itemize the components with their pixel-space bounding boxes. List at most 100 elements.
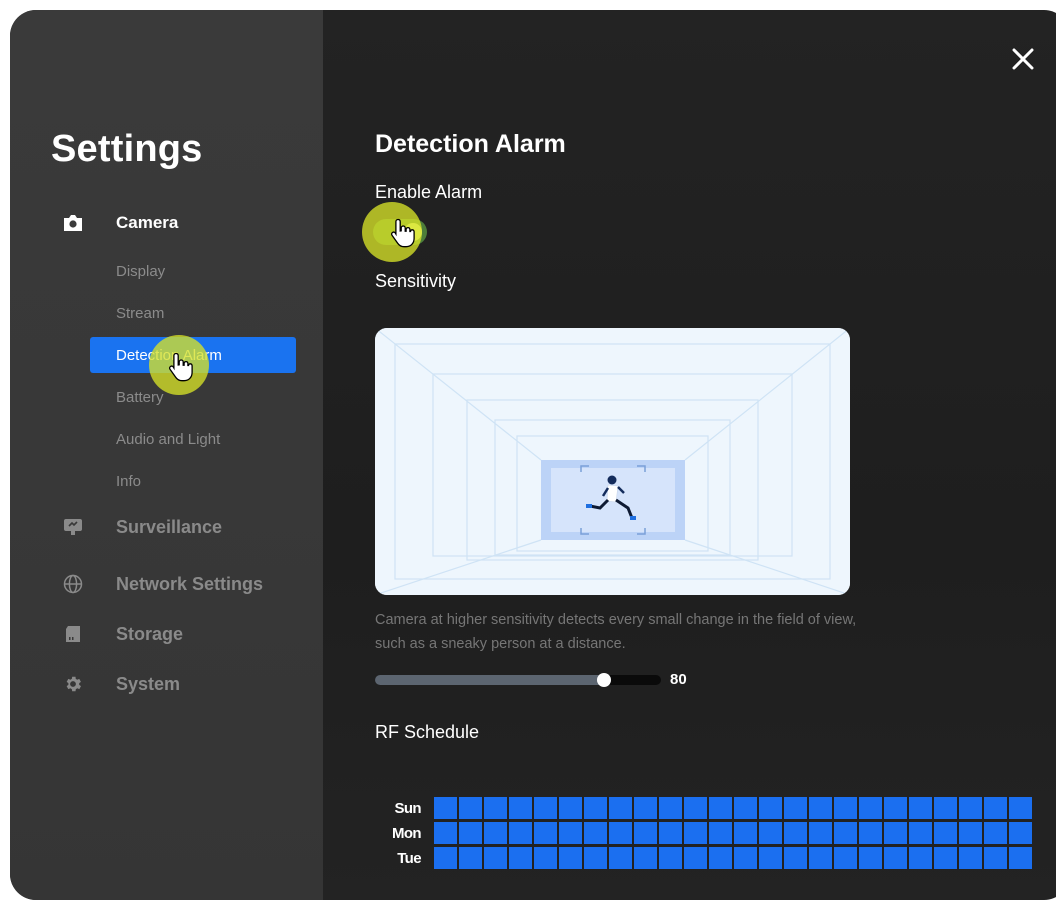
schedule-cell[interactable] <box>609 797 632 819</box>
schedule-cell[interactable] <box>784 822 807 844</box>
schedule-cell[interactable] <box>734 797 757 819</box>
storage-card-icon <box>62 623 84 645</box>
schedule-cell[interactable] <box>609 847 632 869</box>
schedule-cell[interactable] <box>584 797 607 819</box>
schedule-cell[interactable] <box>459 797 482 819</box>
schedule-cell[interactable] <box>659 797 682 819</box>
schedule-cell[interactable] <box>809 847 832 869</box>
schedule-cell[interactable] <box>759 822 782 844</box>
schedule-cell[interactable] <box>1009 847 1032 869</box>
schedule-cell[interactable] <box>534 847 557 869</box>
schedule-cell[interactable] <box>734 822 757 844</box>
schedule-cell[interactable] <box>934 797 957 819</box>
sensitivity-description: Camera at higher sensitivity detects eve… <box>375 612 857 652</box>
schedule-cell[interactable] <box>509 822 532 844</box>
settings-window: Settings Camera Display Stream Detection… <box>10 10 1056 900</box>
nav-section-surveillance[interactable]: Surveillance <box>10 512 323 542</box>
schedule-cell[interactable] <box>434 847 457 869</box>
schedule-cell[interactable] <box>959 847 982 869</box>
schedule-cell[interactable] <box>509 797 532 819</box>
sidebar-item-label: Display <box>116 262 166 280</box>
schedule-cells <box>434 797 1032 819</box>
schedule-cell[interactable] <box>684 822 707 844</box>
close-button[interactable] <box>1006 42 1040 76</box>
sensitivity-slider[interactable] <box>375 673 661 687</box>
schedule-cell[interactable] <box>584 822 607 844</box>
schedule-cell[interactable] <box>834 822 857 844</box>
schedule-cell[interactable] <box>809 822 832 844</box>
schedule-cell[interactable] <box>1009 797 1032 819</box>
schedule-cell[interactable] <box>984 822 1007 844</box>
schedule-cell[interactable] <box>784 847 807 869</box>
schedule-cell[interactable] <box>984 797 1007 819</box>
schedule-cell[interactable] <box>859 847 882 869</box>
schedule-cell[interactable] <box>684 847 707 869</box>
sidebar-item-label: Battery <box>116 388 164 406</box>
schedule-cell[interactable] <box>634 797 657 819</box>
hand-pointer-icon <box>168 352 193 382</box>
schedule-cell[interactable] <box>834 847 857 869</box>
schedule-cell[interactable] <box>709 847 732 869</box>
schedule-cell[interactable] <box>934 822 957 844</box>
schedule-cell[interactable] <box>934 847 957 869</box>
globe-icon <box>62 573 84 595</box>
nav-section-network-settings[interactable]: Network Settings <box>10 569 323 599</box>
slider-thumb[interactable] <box>596 673 611 687</box>
sidebar-item-display[interactable]: Display <box>90 253 296 289</box>
schedule-cell[interactable] <box>684 797 707 819</box>
schedule-cell[interactable] <box>884 822 907 844</box>
schedule-cell[interactable] <box>459 847 482 869</box>
day-label: Mon <box>391 824 422 842</box>
schedule-cell[interactable] <box>759 847 782 869</box>
schedule-cell[interactable] <box>434 822 457 844</box>
nav-section-storage[interactable]: Storage <box>10 619 323 649</box>
schedule-cell[interactable] <box>434 797 457 819</box>
sidebar-item-audio-and-light[interactable]: Audio and Light <box>90 421 296 457</box>
schedule-cell[interactable] <box>534 797 557 819</box>
schedule-cell[interactable] <box>484 822 507 844</box>
schedule-cell[interactable] <box>534 822 557 844</box>
sidebar-item-stream[interactable]: Stream <box>90 295 296 331</box>
schedule-cell[interactable] <box>884 797 907 819</box>
schedule-cell[interactable] <box>659 847 682 869</box>
schedule-cell[interactable] <box>909 797 932 819</box>
schedule-cell[interactable] <box>659 822 682 844</box>
schedule-cell[interactable] <box>959 822 982 844</box>
monitor-icon <box>62 516 84 538</box>
sidebar: Settings Camera Display Stream Detection… <box>10 10 323 900</box>
camera-icon <box>62 212 84 234</box>
schedule-cell[interactable] <box>909 847 932 869</box>
schedule-cell[interactable] <box>484 797 507 819</box>
schedule-cell[interactable] <box>634 822 657 844</box>
schedule-cell[interactable] <box>1009 822 1032 844</box>
schedule-cell[interactable] <box>809 797 832 819</box>
schedule-cell[interactable] <box>959 797 982 819</box>
hand-pointer-icon <box>390 218 415 248</box>
schedule-cell[interactable] <box>584 847 607 869</box>
schedule-cell[interactable] <box>734 847 757 869</box>
schedule-cell[interactable] <box>984 847 1007 869</box>
schedule-cell[interactable] <box>559 847 582 869</box>
schedule-cell[interactable] <box>909 822 932 844</box>
schedule-cell[interactable] <box>559 822 582 844</box>
schedule-cell[interactable] <box>884 847 907 869</box>
schedule-cell[interactable] <box>834 797 857 819</box>
nav-section-label: Surveillance <box>116 516 223 537</box>
schedule-cell[interactable] <box>784 797 807 819</box>
schedule-cell[interactable] <box>709 797 732 819</box>
schedule-cell[interactable] <box>459 822 482 844</box>
schedule-cell[interactable] <box>709 822 732 844</box>
nav-section-system[interactable]: System <box>10 669 323 699</box>
sensitivity-label: Sensitivity <box>375 271 457 291</box>
schedule-cell[interactable] <box>484 847 507 869</box>
nav-section-camera[interactable]: Camera <box>10 208 323 238</box>
schedule-cell[interactable] <box>509 847 532 869</box>
schedule-cell[interactable] <box>859 822 882 844</box>
schedule-cell[interactable] <box>859 797 882 819</box>
sidebar-item-info[interactable]: Info <box>90 463 296 499</box>
schedule-cell[interactable] <box>609 822 632 844</box>
schedule-cell[interactable] <box>634 847 657 869</box>
schedule-cell[interactable] <box>559 797 582 819</box>
sidebar-title: Settings <box>51 128 203 170</box>
schedule-cell[interactable] <box>759 797 782 819</box>
